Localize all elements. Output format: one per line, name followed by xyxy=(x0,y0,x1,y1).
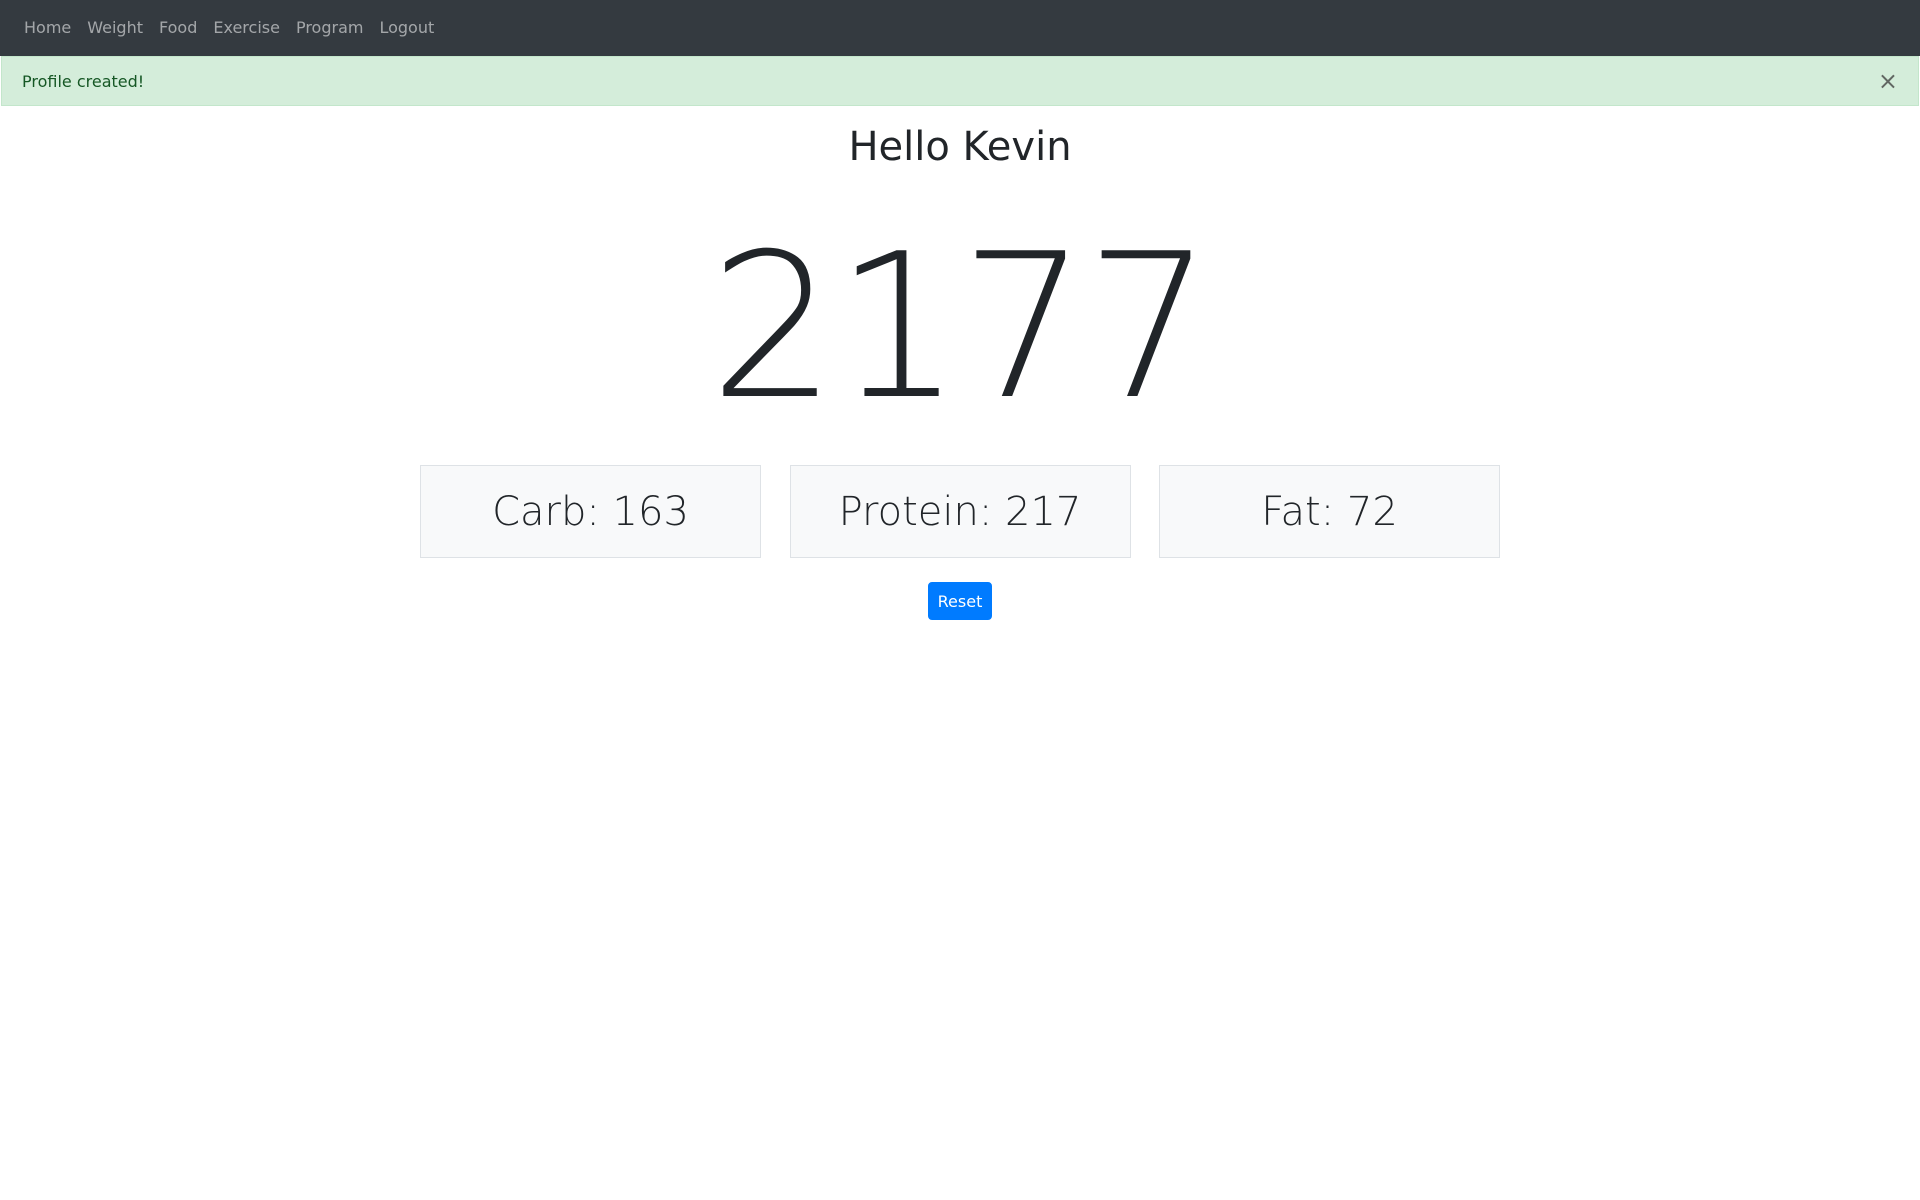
macro-row: Carb: 163 Protein: 217 Fat: 72 xyxy=(420,465,1500,558)
reset-button[interactable]: Reset xyxy=(928,582,992,620)
success-alert: Profile created! × xyxy=(1,56,1919,106)
macro-card-fat: Fat: 72 xyxy=(1159,465,1500,558)
nav-link-program[interactable]: Program xyxy=(288,0,372,56)
nav-link-exercise[interactable]: Exercise xyxy=(205,0,288,56)
close-icon[interactable]: × xyxy=(1878,69,1898,93)
nav-link-food[interactable]: Food xyxy=(151,0,205,56)
calorie-total: 2177 xyxy=(709,211,1213,444)
nav-link-home[interactable]: Home xyxy=(16,0,79,56)
top-navbar: Home Weight Food Exercise Program Logout xyxy=(0,0,1920,56)
nav-link-weight[interactable]: Weight xyxy=(79,0,151,56)
macro-card-protein: Protein: 217 xyxy=(789,465,1131,558)
macro-card-carb: Carb: 163 xyxy=(420,465,761,558)
nav-link-logout[interactable]: Logout xyxy=(371,0,442,56)
greeting-heading: Hello Kevin xyxy=(848,124,1072,170)
alert-message: Profile created! xyxy=(22,71,145,91)
